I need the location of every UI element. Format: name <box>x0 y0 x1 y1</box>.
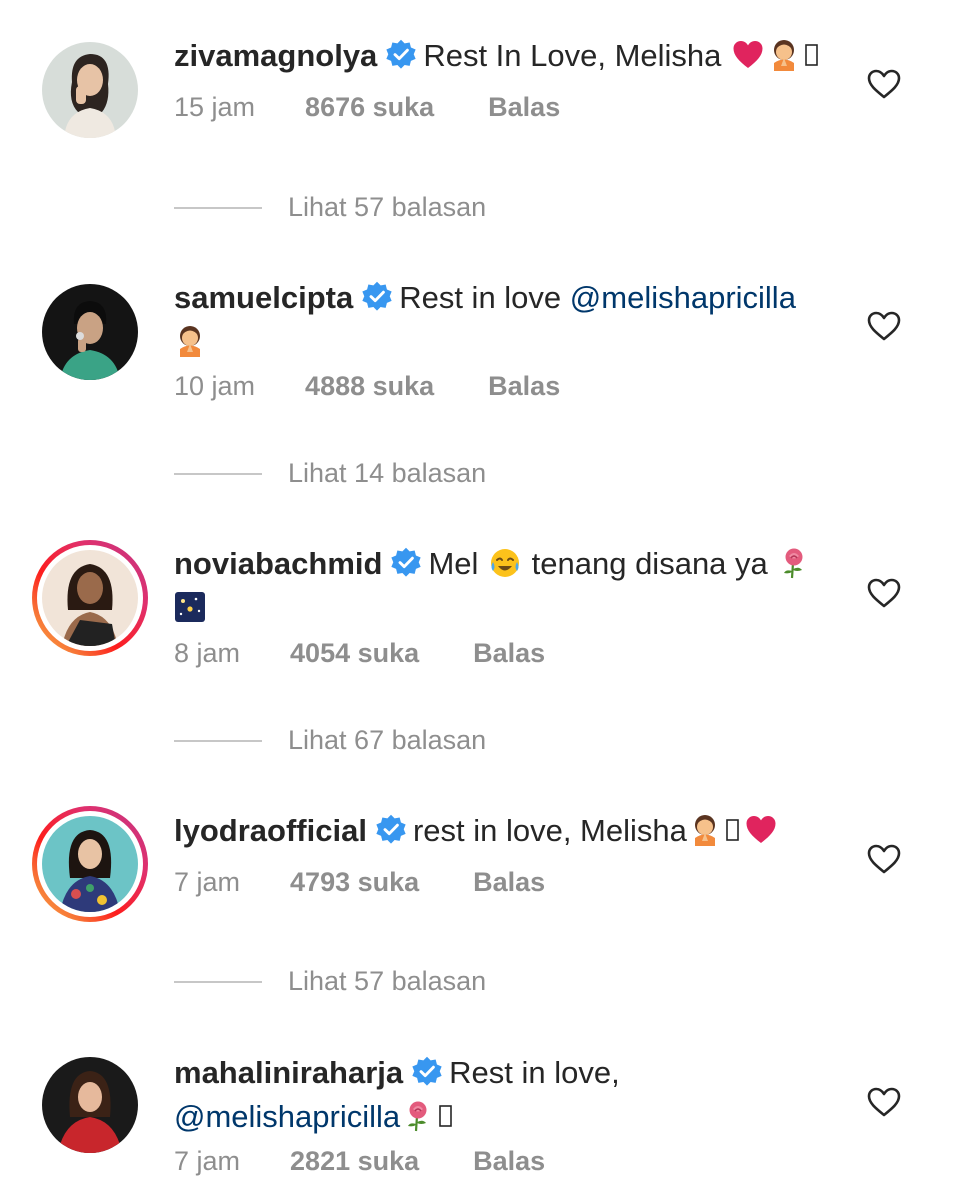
missing-glyph-icon <box>725 814 741 846</box>
avatar-ring-inner <box>37 545 143 651</box>
comment-body: rest in love, Melisha <box>412 813 687 848</box>
comment-meta: 7 jam 2821 suka Balas <box>174 1146 545 1177</box>
username[interactable]: zivamagnolya <box>174 38 377 73</box>
view-replies-label: Lihat 57 balasan <box>288 966 487 996</box>
replies-divider <box>174 472 262 475</box>
night-sky-emoji-icon <box>174 591 206 623</box>
view-replies-button[interactable]: Lihat 57 balasan <box>174 966 486 997</box>
comment-body: Rest in love, <box>449 1055 620 1090</box>
rose-emoji-icon <box>402 1100 434 1132</box>
comment-body: Rest in love <box>399 280 562 315</box>
view-replies-button[interactable]: Lihat 57 balasan <box>174 192 486 223</box>
view-replies-button[interactable]: Lihat 14 balasan <box>174 458 486 489</box>
comment-text: lyodraofficial rest in love, Melisha <box>174 809 834 853</box>
reply-button[interactable]: Balas <box>473 638 545 669</box>
avatar-story-ring[interactable] <box>32 806 148 922</box>
comment-meta: 7 jam 4793 suka Balas <box>174 867 545 898</box>
red-heart-emoji-icon <box>732 39 764 71</box>
praying-person-emoji-icon <box>689 814 721 846</box>
heart-outline-icon[interactable] <box>866 1086 902 1118</box>
verified-badge-icon <box>385 39 417 71</box>
timestamp: 15 jam <box>174 92 256 122</box>
reply-button[interactable]: Balas <box>473 867 545 898</box>
username[interactable]: mahaliniraharja <box>174 1055 403 1090</box>
verified-badge-icon <box>375 814 407 846</box>
username[interactable]: lyodraofficial <box>174 813 367 848</box>
verified-badge-icon <box>361 281 393 313</box>
comment-text: zivamagnolya Rest In Love, Melisha <box>174 34 834 78</box>
missing-glyph-icon <box>804 39 820 71</box>
likes-count[interactable]: 4793 suka <box>290 867 419 898</box>
heart-outline-icon[interactable] <box>866 577 902 609</box>
comment-body-start: Mel <box>428 546 479 581</box>
red-heart-emoji-icon <box>745 814 777 846</box>
replies-divider <box>174 206 262 209</box>
comment-meta: 10 jam 4888 suka Balas <box>174 371 560 402</box>
comment-meta: 15 jam 8676 suka Balas <box>174 92 560 123</box>
avatar[interactable] <box>42 1057 138 1153</box>
timestamp: 10 jam <box>174 371 256 401</box>
likes-count[interactable]: 4888 suka <box>305 371 434 402</box>
timestamp: 8 jam <box>174 638 241 668</box>
praying-person-emoji-icon <box>768 39 800 71</box>
avatar[interactable] <box>42 284 138 380</box>
verified-badge-icon <box>390 547 422 579</box>
heart-outline-icon[interactable] <box>866 310 902 342</box>
crying-face-emoji-icon <box>489 547 521 579</box>
mention-link[interactable]: @melishapricilla <box>174 1099 400 1134</box>
timestamp: 7 jam <box>174 867 241 897</box>
comment-text: noviabachmid Mel tenang disana ya <box>174 542 834 630</box>
verified-badge-icon <box>411 1056 443 1088</box>
rose-emoji-icon <box>778 547 810 579</box>
username[interactable]: samuelcipta <box>174 280 353 315</box>
avatar-ring-inner <box>37 811 143 917</box>
reply-button[interactable]: Balas <box>473 1146 545 1177</box>
avatar <box>42 816 138 912</box>
view-replies-label: Lihat 67 balasan <box>288 725 487 755</box>
avatar-story-ring[interactable] <box>32 540 148 656</box>
likes-count[interactable]: 2821 suka <box>290 1146 419 1177</box>
heart-outline-icon[interactable] <box>866 843 902 875</box>
view-replies-label: Lihat 57 balasan <box>288 192 487 222</box>
view-replies-button[interactable]: Lihat 67 balasan <box>174 725 486 756</box>
missing-glyph-icon <box>438 1100 454 1132</box>
replies-divider <box>174 739 262 742</box>
praying-person-emoji-icon <box>174 325 206 357</box>
replies-divider <box>174 980 262 983</box>
reply-button[interactable]: Balas <box>488 92 560 123</box>
comment-body: Rest In Love, Melisha <box>423 38 722 73</box>
reply-button[interactable]: Balas <box>488 371 560 402</box>
view-replies-label: Lihat 14 balasan <box>288 458 487 488</box>
comment-text: mahaliniraharja Rest in love, @melishapri… <box>174 1051 834 1139</box>
username[interactable]: noviabachmid <box>174 546 382 581</box>
avatar[interactable] <box>42 42 138 138</box>
comment-meta: 8 jam 4054 suka Balas <box>174 638 545 669</box>
avatar <box>42 550 138 646</box>
comment-text: samuelcipta Rest in love @melishapricilla <box>174 276 834 364</box>
likes-count[interactable]: 8676 suka <box>305 92 434 123</box>
timestamp: 7 jam <box>174 1146 241 1176</box>
comment-body-end: tenang disana ya <box>531 546 768 581</box>
heart-outline-icon[interactable] <box>866 68 902 100</box>
likes-count[interactable]: 4054 suka <box>290 638 419 669</box>
mention-link[interactable]: @melishapricilla <box>570 280 796 315</box>
